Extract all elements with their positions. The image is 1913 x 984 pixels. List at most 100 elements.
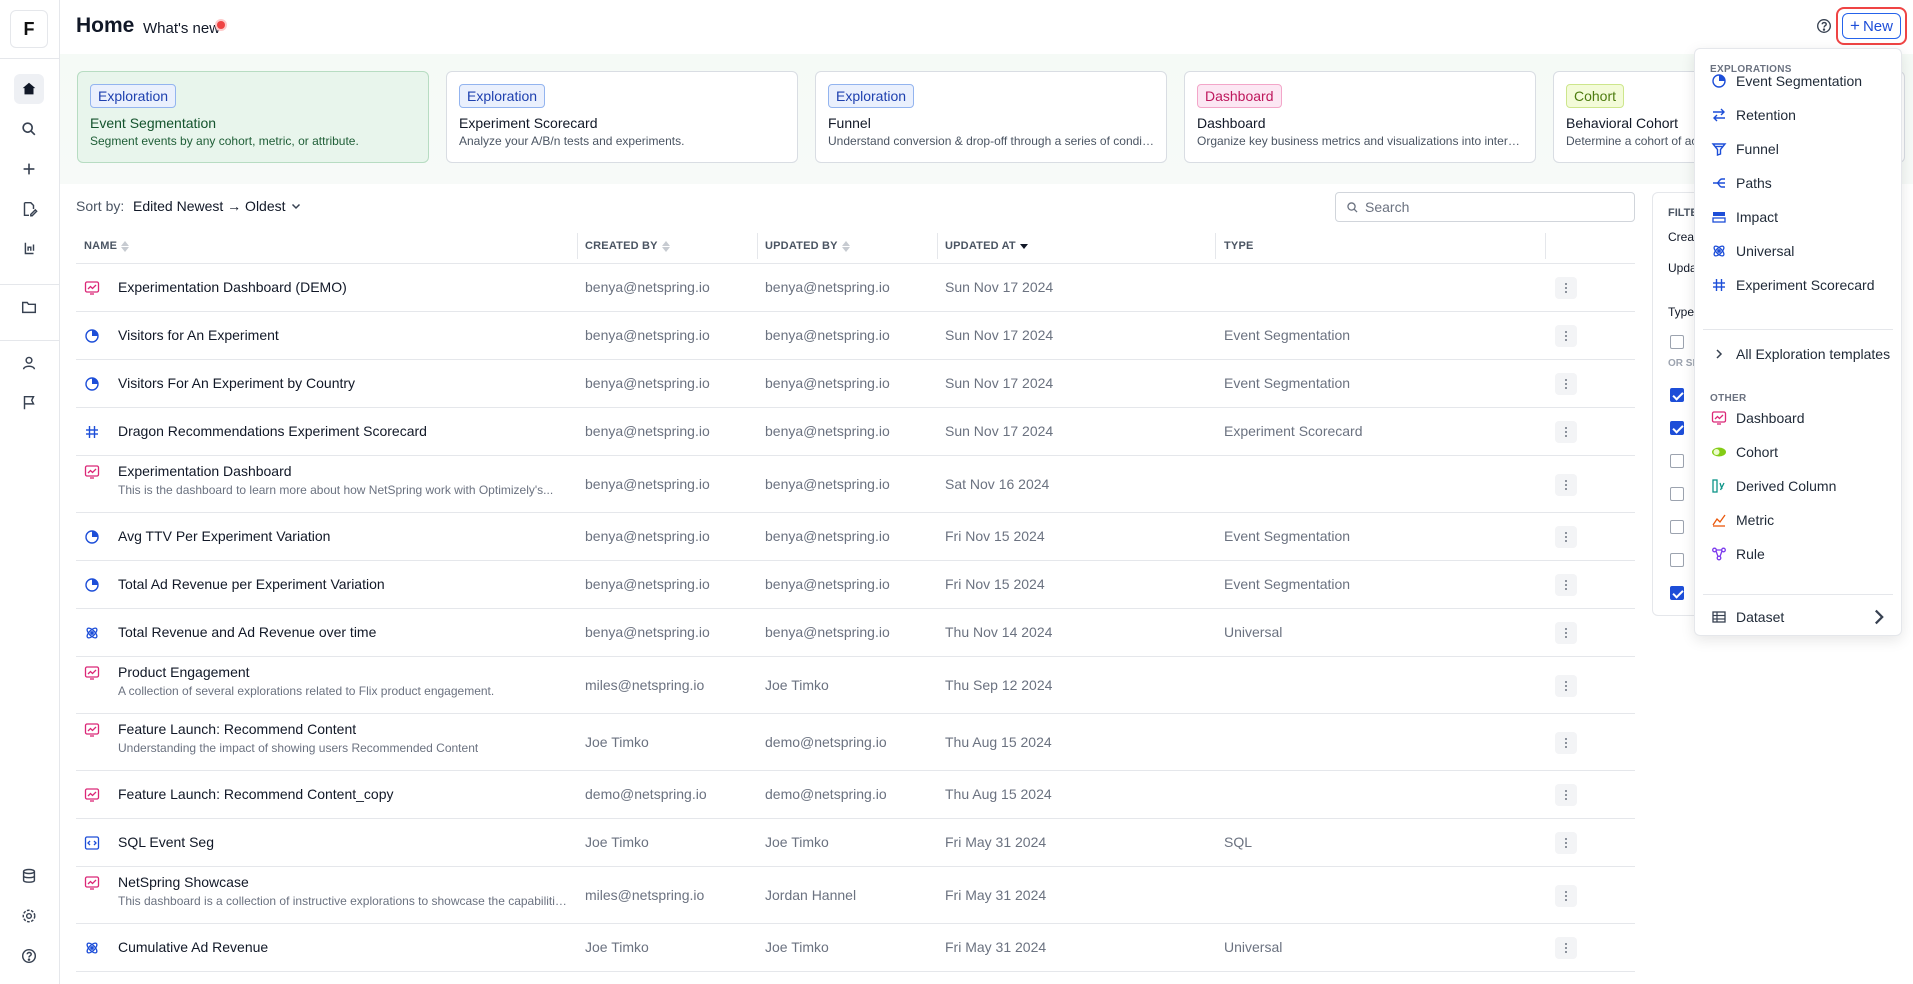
column-header-updated-at[interactable]: UPDATED AT <box>945 240 1028 252</box>
whats-new-link[interactable]: What's new <box>143 20 220 37</box>
filter-checkbox[interactable] <box>1670 520 1684 534</box>
filter-checkbox[interactable] <box>1670 335 1684 349</box>
more-options-icon[interactable] <box>1555 325 1577 347</box>
template-card-event-segmentation[interactable]: Exploration Event Segmentation Segment eve… <box>77 71 429 163</box>
menu-item-retention[interactable]: Retention <box>1695 100 1901 130</box>
row-name[interactable]: Experimentation Dashboard (DEMO) <box>118 279 347 295</box>
more-options-icon[interactable] <box>1555 885 1577 907</box>
menu-item-derived-column[interactable]: Derived Column <box>1695 471 1901 501</box>
more-options-icon[interactable] <box>1555 784 1577 806</box>
more-options-icon[interactable] <box>1555 937 1577 959</box>
plus-icon[interactable] <box>14 154 44 184</box>
app-logo[interactable]: F <box>10 10 48 48</box>
help-circle-icon[interactable] <box>1815 17 1833 35</box>
row-name[interactable]: Cumulative Ad Revenue <box>118 939 268 955</box>
more-options-icon[interactable] <box>1555 474 1577 496</box>
row-description: Understanding the impact of showing user… <box>118 741 479 755</box>
table-row[interactable]: Avg TTV Per Experiment Variation benya@ne… <box>76 513 1635 561</box>
menu-item-funnel[interactable]: Funnel <box>1695 134 1901 164</box>
flag-icon[interactable] <box>14 388 44 418</box>
help-icon[interactable] <box>14 941 44 971</box>
table-row[interactable]: Feature Launch: Recommend Content_copy de… <box>76 771 1635 819</box>
table-row[interactable]: Feature Launch: Recommend Content Underst… <box>76 714 1635 771</box>
filter-checkbox[interactable] <box>1670 553 1684 567</box>
template-title: Dashboard <box>1197 115 1266 131</box>
lab-icon[interactable] <box>14 234 44 264</box>
table-row[interactable]: Product Engagement A collection of severa… <box>76 657 1635 714</box>
filter-created-label: Crea <box>1668 230 1695 244</box>
more-options-icon[interactable] <box>1555 832 1577 854</box>
table-row[interactable]: Total Revenue and Ad Revenue over time be… <box>76 609 1635 657</box>
user-icon[interactable] <box>14 348 44 378</box>
menu-item-cohort[interactable]: Cohort <box>1695 437 1901 467</box>
menu-item-rule[interactable]: Rule <box>1695 539 1901 569</box>
row-name[interactable]: Dragon Recommendations Experiment Scorec… <box>118 423 427 439</box>
more-options-icon[interactable] <box>1555 675 1577 697</box>
row-name[interactable]: Feature Launch: Recommend Content <box>118 721 356 737</box>
menu-item-label: Impact <box>1736 209 1779 225</box>
more-options-icon[interactable] <box>1555 526 1577 548</box>
row-type: Universal <box>1224 624 1283 640</box>
search-icon[interactable] <box>14 114 44 144</box>
template-card-experiment-scorecard[interactable]: Exploration Experiment Scorecard Analyze y… <box>446 71 798 163</box>
menu-item-dashboard[interactable]: Dashboard <box>1695 403 1901 433</box>
column-header-name[interactable]: NAME <box>84 240 130 252</box>
column-header-updated-by-label: UPDATED BY <box>765 240 838 252</box>
rule-icon <box>1711 546 1727 562</box>
more-options-icon[interactable] <box>1555 574 1577 596</box>
table-row[interactable]: Total Ad Revenue per Experiment Variatio… <box>76 561 1635 609</box>
menu-item-experiment-scorecard[interactable]: Experiment Scorecard <box>1695 270 1901 300</box>
menu-item-dataset[interactable]: Dataset <box>1695 602 1901 632</box>
more-options-icon[interactable] <box>1555 277 1577 299</box>
database-icon[interactable] <box>14 861 44 891</box>
menu-item-universal[interactable]: Universal <box>1695 236 1901 266</box>
menu-item-event-segmentation[interactable]: Event Segmentation <box>1695 66 1901 96</box>
search-field[interactable] <box>1335 192 1635 222</box>
row-name[interactable]: Feature Launch: Recommend Content_copy <box>118 786 394 802</box>
table-row[interactable]: NetSpring Showcase This dashboard is a co… <box>76 867 1635 924</box>
table-row[interactable]: Dragon Recommendations Experiment Scorec… <box>76 408 1635 456</box>
menu-item-paths[interactable]: Paths <box>1695 168 1901 198</box>
template-card-funnel[interactable]: Exploration Funnel Understand conversion &… <box>815 71 1167 163</box>
table-row[interactable]: Visitors for An Experiment benya@netsprin… <box>76 312 1635 360</box>
column-header-type[interactable]: TYPE <box>1224 240 1254 252</box>
row-name[interactable]: Visitors for An Experiment <box>118 327 279 343</box>
notification-dot <box>217 21 225 29</box>
row-name[interactable]: Total Revenue and Ad Revenue over time <box>118 624 376 640</box>
column-header-created-by[interactable]: CREATED BY <box>585 240 670 252</box>
template-card-dashboard[interactable]: Dashboard Dashboard Organize key business … <box>1184 71 1536 163</box>
row-name[interactable]: Avg TTV Per Experiment Variation <box>118 528 330 544</box>
home-icon[interactable] <box>14 74 44 104</box>
more-options-icon[interactable] <box>1555 421 1577 443</box>
document-edit-icon[interactable] <box>14 194 44 224</box>
row-name[interactable]: SQL Event Seg <box>118 834 214 850</box>
filter-checkbox[interactable] <box>1670 586 1684 600</box>
filter-checkbox[interactable] <box>1670 454 1684 468</box>
table-row[interactable]: Visitors For An Experiment by Country ben… <box>76 360 1635 408</box>
row-name[interactable]: Product Engagement <box>118 664 250 680</box>
row-name[interactable]: Experimentation Dashboard <box>118 463 292 479</box>
row-created-by: miles@netspring.io <box>585 887 705 903</box>
new-button[interactable]: + New <box>1842 13 1901 39</box>
more-options-icon[interactable] <box>1555 732 1577 754</box>
gear-icon[interactable] <box>14 901 44 931</box>
row-name[interactable]: Visitors For An Experiment by Country <box>118 375 355 391</box>
column-header-updated-by[interactable]: UPDATED BY <box>765 240 850 252</box>
filter-checkbox[interactable] <box>1670 421 1684 435</box>
more-options-icon[interactable] <box>1555 373 1577 395</box>
more-options-icon[interactable] <box>1555 622 1577 644</box>
filter-checkbox[interactable] <box>1670 487 1684 501</box>
sort-dropdown[interactable]: Edited Newest → Oldest <box>133 198 302 214</box>
menu-item-impact[interactable]: Impact <box>1695 202 1901 232</box>
table-row[interactable]: Experimentation Dashboard This is the das… <box>76 456 1635 513</box>
folder-icon[interactable] <box>14 292 44 322</box>
row-name[interactable]: NetSpring Showcase <box>118 874 249 890</box>
menu-item-all-exploration-templates[interactable]: All Exploration templates <box>1695 339 1901 369</box>
table-row[interactable]: Experimentation Dashboard (DEMO) benya@ne… <box>76 264 1635 312</box>
table-row[interactable]: SQL Event Seg Joe Timko Joe Timko Fri May 3… <box>76 819 1635 867</box>
row-name[interactable]: Total Ad Revenue per Experiment Variatio… <box>118 576 385 592</box>
search-input[interactable] <box>1365 199 1625 215</box>
table-row[interactable]: Cumulative Ad Revenue Joe Timko Joe Timko F… <box>76 924 1635 972</box>
menu-item-metric[interactable]: Metric <box>1695 505 1901 535</box>
filter-checkbox[interactable] <box>1670 388 1684 402</box>
